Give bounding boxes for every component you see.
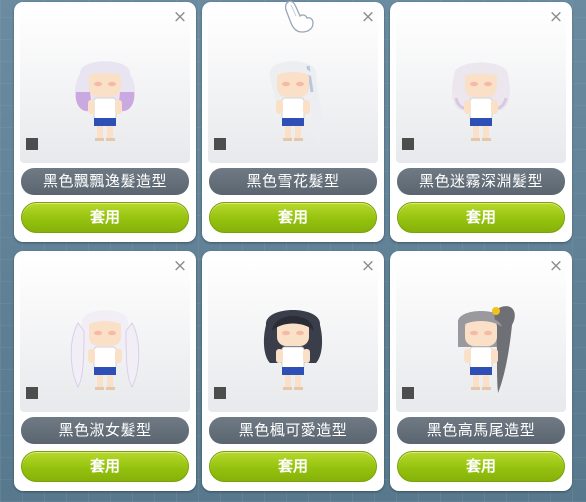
hair-style-name: 黑色飄飄逸髮造型	[21, 168, 189, 195]
character-preview	[263, 310, 323, 390]
square-marker-icon	[214, 387, 226, 399]
apply-button[interactable]: 套用	[21, 451, 189, 482]
hair-style-name: 黑色高馬尾造型	[397, 417, 565, 444]
hair-style-name: 黑色迷霧深淵髮型	[397, 168, 565, 195]
hair-style-name: 黑色楓可愛造型	[209, 417, 377, 444]
close-icon[interactable]: ×	[548, 258, 564, 275]
apply-button[interactable]: 套用	[21, 202, 189, 233]
preview-area: ×	[20, 8, 190, 163]
close-icon[interactable]: ×	[548, 9, 564, 26]
hair-style-card: × 黑色高馬尾造型 套用	[390, 251, 572, 491]
apply-button[interactable]: 套用	[397, 202, 565, 233]
close-icon[interactable]: ×	[360, 258, 376, 275]
character-preview	[457, 306, 515, 393]
close-icon[interactable]: ×	[172, 9, 188, 26]
square-marker-icon	[402, 387, 414, 399]
preview-area: ×	[208, 257, 378, 412]
hand-cursor-icon	[284, 0, 314, 33]
square-marker-icon	[214, 138, 226, 150]
character-preview	[74, 61, 136, 141]
square-marker-icon	[26, 387, 38, 399]
preview-area: ×	[396, 257, 566, 412]
hair-style-name: 黑色雪花髮型	[209, 168, 377, 195]
character-preview	[452, 62, 510, 141]
hair-style-card: × 黑色楓可愛造型 套用	[202, 251, 384, 491]
preview-area: ×	[396, 8, 566, 163]
apply-button[interactable]: 套用	[209, 202, 377, 233]
character-preview	[70, 310, 140, 390]
square-marker-icon	[402, 138, 414, 150]
close-icon[interactable]: ×	[360, 9, 376, 26]
hair-style-card: × 黑色飄飄逸髮造型 套用	[14, 2, 196, 242]
close-icon[interactable]: ×	[172, 258, 188, 275]
apply-button[interactable]: 套用	[209, 451, 377, 482]
hair-style-card: × 黑色淑女髮型 套用	[14, 251, 196, 491]
preview-area: ×	[20, 257, 190, 412]
hair-style-card: × 黑色雪花髮型 套用	[202, 2, 384, 242]
apply-button[interactable]: 套用	[397, 451, 565, 482]
square-marker-icon	[26, 138, 38, 150]
hair-style-name: 黑色淑女髮型	[21, 417, 189, 444]
hair-style-card: × 黑色迷霧深淵髮型 套用	[390, 2, 572, 242]
character-preview	[269, 61, 323, 144]
